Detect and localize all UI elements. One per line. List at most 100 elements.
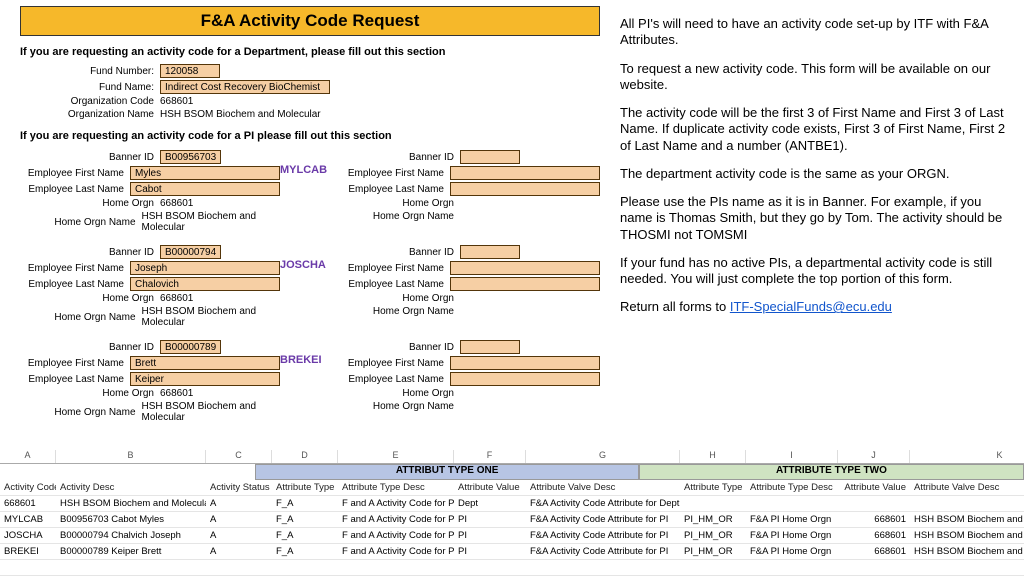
label-last-name: Employee Last Name xyxy=(340,374,450,385)
group-header-one: ATTRIBUT TYPE ONE xyxy=(255,464,638,480)
cell: 668601 xyxy=(838,546,910,557)
cell: A xyxy=(206,498,272,509)
field-banner-id-blank xyxy=(460,340,520,354)
generated-activity-code: JOSCHA xyxy=(280,243,340,271)
cell: F&A Activity Code Attribute for Dept xyxy=(526,498,680,509)
instr-p7: Return all forms to ITF-SpecialFunds@ecu… xyxy=(620,299,1010,315)
field-banner-id: B00000789 xyxy=(160,340,221,354)
form-image: F&A Activity Code Request If you are req… xyxy=(20,0,600,425)
cell: HSH BSOM Biochem and Molecular PI Home O… xyxy=(910,546,1024,557)
cell: B00000794 Chalvich Joseph xyxy=(56,530,206,541)
label-banner-id: Banner ID xyxy=(20,342,160,353)
pi-left-block: Banner IDB00000789 Employee First NameBr… xyxy=(20,338,280,425)
field-banner-id: B00000794 xyxy=(160,245,221,259)
return-email-link[interactable]: ITF-SpecialFunds@ecu.edu xyxy=(730,299,892,314)
label-home-orgn-name: Home Orgn Name xyxy=(340,401,460,412)
label-last-name: Employee Last Name xyxy=(340,184,450,195)
field-last-name: Cabot xyxy=(130,182,280,196)
col-letter-j: J xyxy=(838,450,910,463)
hdr-activity-code: Activity Code xyxy=(0,482,56,493)
label-last-name: Employee Last Name xyxy=(340,279,450,290)
field-last-name: Keiper xyxy=(130,372,280,386)
value-org-code: 668601 xyxy=(160,96,193,107)
pi-row: Banner IDB00000794 Employee First NameJo… xyxy=(20,243,600,330)
generated-activity-code: BREKEI xyxy=(280,338,340,366)
pi-right-block: Banner ID Employee First Name Employee L… xyxy=(340,243,600,319)
cell: F&A PI Home Orgn xyxy=(746,546,838,557)
value-home-orgn-name: HSH BSOM Biochem and Molecular xyxy=(142,306,280,328)
cell: F_A xyxy=(272,498,338,509)
label-home-orgn: Home Orgn xyxy=(340,198,460,209)
cell: PI_HM_OR xyxy=(680,530,746,541)
cell: PI xyxy=(454,530,526,541)
field-first-name-blank xyxy=(450,261,600,275)
cell: PI_HM_OR xyxy=(680,514,746,525)
cell: JOSCHA xyxy=(0,530,56,541)
value-home-orgn: 668601 xyxy=(160,198,193,209)
label-home-orgn-name: Home Orgn Name xyxy=(20,407,142,418)
label-first-name: Employee First Name xyxy=(20,263,130,274)
table-row: BREKEIB00000789 Keiper BrettAF_AF and A … xyxy=(0,544,1024,560)
field-last-name-blank xyxy=(450,372,600,386)
label-first-name: Employee First Name xyxy=(20,358,130,369)
label-banner-id: Banner ID xyxy=(340,247,460,258)
label-home-orgn: Home Orgn xyxy=(340,293,460,304)
field-last-name-blank xyxy=(450,277,600,291)
field-fund-name: Indirect Cost Recovery BioChemist xyxy=(160,80,330,94)
value-home-orgn: 668601 xyxy=(160,388,193,399)
cell: BREKEI xyxy=(0,546,56,557)
cell: HSH BSOM Biochem and Molecular PI Home O… xyxy=(910,514,1024,525)
table-row: 668601HSH BSOM Biochem and MolecularAF_A… xyxy=(0,496,1024,512)
col-letter-g: G xyxy=(526,450,680,463)
instr-p6: If your fund has no active PIs, a depart… xyxy=(620,255,1010,288)
label-banner-id: Banner ID xyxy=(340,342,460,353)
cell: F_A xyxy=(272,514,338,525)
cell: A xyxy=(206,546,272,557)
hdr-activity-status: Activity Status xyxy=(206,482,272,493)
field-first-name: Brett xyxy=(130,356,280,370)
label-last-name: Employee Last Name xyxy=(20,184,130,195)
label-org-code: Organization Code xyxy=(20,96,160,107)
cell: 668601 xyxy=(838,514,910,525)
label-home-orgn: Home Orgn xyxy=(20,388,160,399)
pi-right-block: Banner ID Employee First Name Employee L… xyxy=(340,338,600,414)
label-org-name: Organization Name xyxy=(20,109,160,120)
label-fund-name: Fund Name: xyxy=(20,82,160,93)
hdr-attr-valve-desc-2: Attribute Valve Desc xyxy=(910,482,1024,493)
field-first-name-blank xyxy=(450,166,600,180)
label-banner-id: Banner ID xyxy=(20,152,160,163)
hdr-attr-value-1: Attribute Value xyxy=(454,482,526,493)
value-org-name: HSH BSOM Biochem and Molecular xyxy=(160,109,321,120)
label-home-orgn-name: Home Orgn Name xyxy=(20,312,142,323)
pi-row: Banner IDB00956703 Employee First NameMy… xyxy=(20,148,600,235)
cell: Dept xyxy=(454,498,526,509)
cell: F_A xyxy=(272,530,338,541)
section-pi-header: If you are requesting an activity code f… xyxy=(20,130,600,142)
label-home-orgn: Home Orgn xyxy=(340,388,460,399)
cell: A xyxy=(206,530,272,541)
instructions-panel: All PI's will need to have an activity c… xyxy=(620,16,1010,328)
field-fund-number: 120058 xyxy=(160,64,220,78)
label-banner-id: Banner ID xyxy=(340,152,460,163)
table-row: JOSCHAB00000794 Chalvich JosephAF_AF and… xyxy=(0,528,1024,544)
group-header-two: ATTRIBUTE TYPE TWO xyxy=(639,464,1024,480)
bottom-spreadsheet: A B C D E F G H I J K ATTRIBUT TYPE ONE … xyxy=(0,450,1024,576)
label-first-name: Employee First Name xyxy=(340,263,450,274)
value-home-orgn-name: HSH BSOM Biochem and Molecular xyxy=(142,401,280,423)
pi-left-block: Banner IDB00956703 Employee First NameMy… xyxy=(20,148,280,235)
hdr-attr-type-2: Attribute Type xyxy=(680,482,746,493)
col-letter-a: A xyxy=(0,450,56,463)
column-letters-row: A B C D E F G H I J K xyxy=(0,450,1024,464)
cell: F&A PI Home Orgn xyxy=(746,514,838,525)
cell: B00000789 Keiper Brett xyxy=(56,546,206,557)
field-banner-id: B00956703 xyxy=(160,150,221,164)
instr-p2: To request a new activity code. This for… xyxy=(620,61,1010,94)
hdr-attr-type-desc-2: Attribute Type Desc xyxy=(746,482,838,493)
col-letter-e: E xyxy=(338,450,454,463)
group-spacer-1 xyxy=(0,464,255,480)
col-letter-k: K xyxy=(910,450,1024,463)
label-home-orgn: Home Orgn xyxy=(20,198,160,209)
cell: 668601 xyxy=(0,498,56,509)
col-letter-h: H xyxy=(680,450,746,463)
cell: F_A xyxy=(272,546,338,557)
